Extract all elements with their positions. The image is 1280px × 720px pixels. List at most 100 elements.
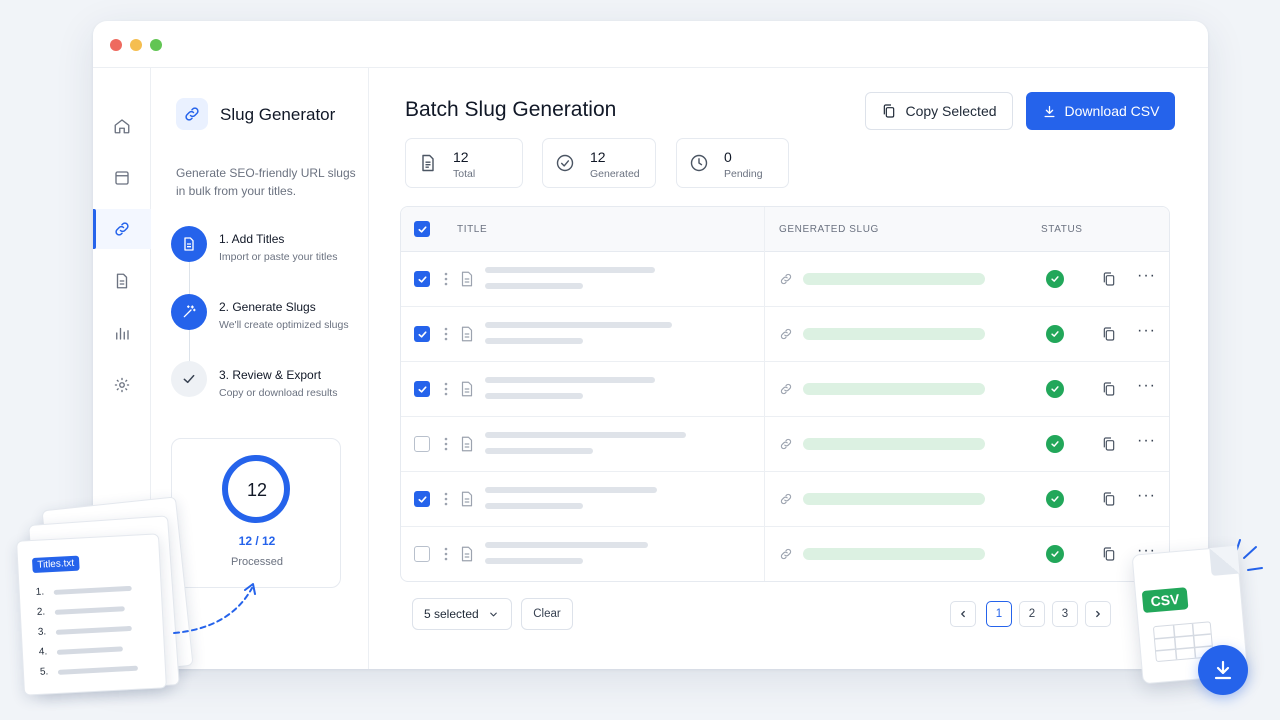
- rail-item-documents[interactable]: [93, 261, 151, 301]
- copy-slug-icon[interactable]: [1101, 381, 1117, 397]
- list-item-line: [53, 585, 132, 595]
- progress-ratio: 12 / 12: [238, 534, 276, 548]
- csv-file-tag: CSV: [1141, 587, 1189, 614]
- copy-slug-icon[interactable]: [1101, 491, 1117, 507]
- download-badge: [1198, 645, 1248, 695]
- step-1-subtitle: Import or paste your titles: [219, 251, 338, 263]
- list-item-number: 3.: [37, 626, 47, 638]
- step-2-title: 2. Generate Slugs: [219, 300, 316, 314]
- title-placeholder-line: [485, 542, 648, 548]
- page-3-button[interactable]: 3: [1052, 601, 1078, 627]
- page-2-button[interactable]: 2: [1019, 601, 1045, 627]
- table-row[interactable]: ···: [401, 472, 1169, 527]
- copy-icon: [884, 104, 895, 118]
- title-placeholder-line: [485, 322, 672, 328]
- csv-file-fold: [1209, 545, 1240, 576]
- slug-placeholder: [803, 273, 985, 285]
- stat-total: 12 Total: [405, 138, 523, 188]
- table-row[interactable]: ···: [401, 307, 1169, 362]
- close-window-button[interactable]: [110, 39, 122, 51]
- rail-item-slugs[interactable]: [93, 209, 151, 249]
- more-options-icon[interactable]: ···: [1137, 378, 1156, 394]
- prev-page-button[interactable]: [950, 601, 976, 627]
- document-icon: [461, 436, 473, 452]
- home-icon: [114, 119, 130, 134]
- minimize-window-button[interactable]: [130, 39, 142, 51]
- rail-item-analytics[interactable]: [93, 313, 151, 353]
- document-icon: [461, 381, 473, 397]
- checkmark-icon: [183, 374, 195, 384]
- stat-pending-label: Pending: [724, 168, 763, 180]
- status-success-icon: [1046, 545, 1064, 563]
- drag-handle-icon[interactable]: [444, 381, 448, 397]
- step-2-subtitle: We'll create optimized slugs: [219, 319, 349, 331]
- column-header-status[interactable]: STATUS: [1041, 224, 1083, 235]
- row-checkbox[interactable]: [414, 436, 430, 452]
- row-checkbox[interactable]: [414, 326, 430, 342]
- chart-icon: [116, 327, 129, 340]
- document-icon: [461, 546, 473, 562]
- rail-item-home[interactable]: [93, 106, 151, 146]
- rail-item-settings[interactable]: [93, 365, 151, 405]
- stat-pending: 0 Pending: [676, 138, 789, 188]
- title-placeholder-line: [485, 448, 593, 454]
- table-row[interactable]: ···: [401, 362, 1169, 417]
- row-checkbox[interactable]: [414, 381, 430, 397]
- stat-total-value: 12: [453, 149, 469, 165]
- table-row[interactable]: ···: [401, 527, 1169, 581]
- check-circle-icon: [556, 154, 574, 172]
- more-options-icon[interactable]: ···: [1137, 323, 1156, 339]
- title-bar: [93, 21, 1208, 68]
- drag-handle-icon[interactable]: [444, 546, 448, 562]
- copy-slug-icon[interactable]: [1101, 436, 1117, 452]
- window-icon: [115, 171, 129, 185]
- chevron-left-icon: [961, 610, 965, 618]
- drag-handle-icon[interactable]: [444, 271, 448, 287]
- more-options-icon[interactable]: ···: [1137, 433, 1156, 449]
- copy-slug-icon[interactable]: [1101, 326, 1117, 342]
- list-item-number: 4.: [38, 646, 48, 658]
- list-item-number: 5.: [39, 666, 49, 678]
- link-icon: [780, 273, 792, 285]
- rail-item-window[interactable]: [93, 158, 151, 198]
- document-icon: [422, 154, 434, 172]
- download-csv-button[interactable]: Download CSV: [1026, 92, 1175, 130]
- more-options-icon[interactable]: ···: [1137, 268, 1156, 284]
- import-arrow: [173, 583, 256, 634]
- row-checkbox[interactable]: [414, 271, 430, 287]
- next-page-button[interactable]: [1085, 601, 1111, 627]
- slug-placeholder: [803, 383, 985, 395]
- copy-selected-button[interactable]: Copy Selected: [865, 92, 1013, 130]
- slug-placeholder: [803, 328, 985, 340]
- column-header-slug[interactable]: GENERATED SLUG: [779, 224, 879, 235]
- title-placeholder-line: [485, 503, 583, 509]
- checkmark-icon: [417, 495, 427, 503]
- app-window: Slug Generator Generate SEO-friendly URL…: [93, 21, 1208, 669]
- table-row[interactable]: ···: [401, 252, 1169, 307]
- drag-handle-icon[interactable]: [444, 491, 448, 507]
- select-all-checkbox[interactable]: [414, 221, 430, 237]
- list-item-line: [57, 665, 139, 675]
- row-checkbox[interactable]: [414, 546, 430, 562]
- step-3-title: 3. Review & Export: [219, 368, 322, 382]
- status-success-icon: [1046, 270, 1064, 288]
- clear-selection-button[interactable]: Clear: [521, 598, 573, 630]
- progress-card: 12 12 / 12 Processed: [171, 438, 341, 588]
- stat-generated-value: 12: [590, 149, 606, 165]
- selection-dropdown[interactable]: 5 selected: [412, 598, 512, 630]
- page-1-button[interactable]: 1: [986, 601, 1012, 627]
- copy-slug-icon[interactable]: [1101, 271, 1117, 287]
- title-placeholder-line: [485, 338, 583, 344]
- table-row[interactable]: ···: [401, 417, 1169, 472]
- checkmark-icon: [417, 385, 427, 393]
- selection-count: 5 selected: [424, 607, 479, 621]
- copy-slug-icon[interactable]: [1101, 546, 1117, 562]
- drag-handle-icon[interactable]: [444, 436, 448, 452]
- drag-handle-icon[interactable]: [444, 326, 448, 342]
- column-header-title[interactable]: TITLE: [457, 224, 487, 235]
- document-icon: [461, 491, 473, 507]
- maximize-window-button[interactable]: [150, 39, 162, 51]
- more-options-icon[interactable]: ···: [1137, 488, 1156, 504]
- title-placeholder-line: [485, 558, 583, 564]
- row-checkbox[interactable]: [414, 491, 430, 507]
